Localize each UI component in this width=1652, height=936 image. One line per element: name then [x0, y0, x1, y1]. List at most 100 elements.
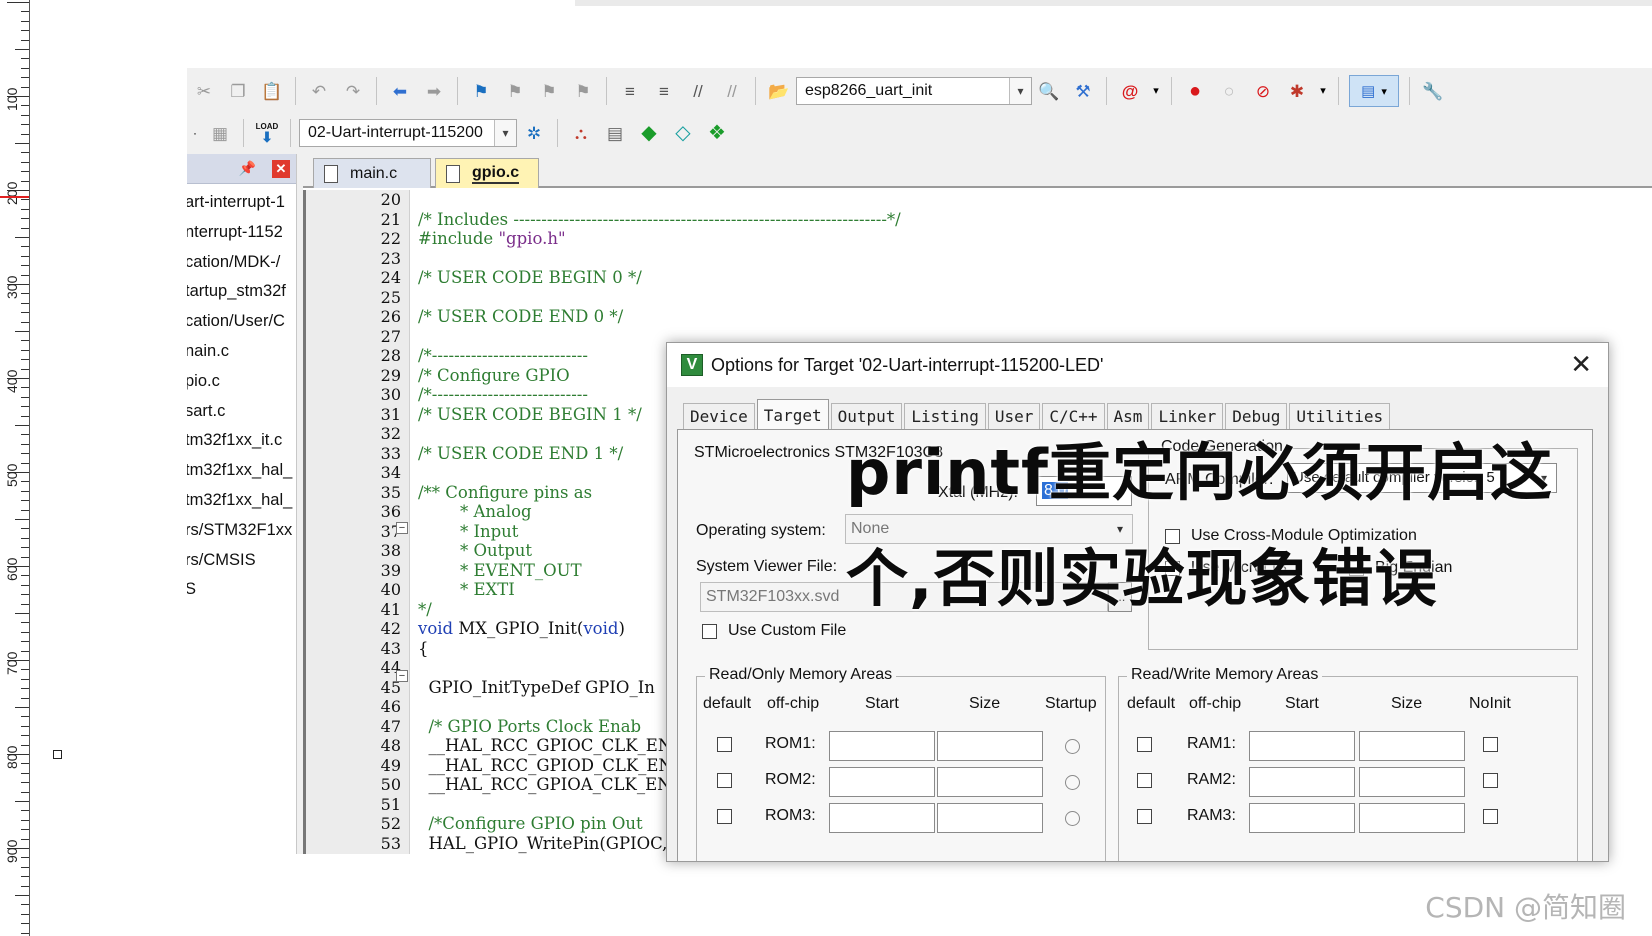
manage-project-items-icon[interactable]: ⛬ — [568, 120, 594, 146]
rte-components-icon[interactable]: ❖ — [704, 120, 730, 146]
find-icon[interactable]: 🔍 — [1036, 78, 1062, 104]
project-tree-item[interactable]: cation/MDK-/ — [187, 248, 296, 278]
prev-bookmark-icon[interactable]: ⚑ — [502, 78, 528, 104]
chevron-down-icon[interactable]: ▾ — [494, 120, 516, 146]
ruler-tick — [21, 866, 29, 868]
cut-icon[interactable]: ✂ — [191, 78, 217, 104]
project-tree-item[interactable]: nain.c — [187, 337, 296, 367]
navigate-back-icon[interactable]: ⬅ — [387, 78, 413, 104]
project-tree-item[interactable]: sart.c — [187, 397, 296, 427]
function-combo[interactable]: esp8266_uart_init ▾ — [796, 77, 1032, 105]
tab-main-c[interactable]: main.c — [313, 158, 431, 188]
memory-start-input[interactable] — [829, 803, 935, 833]
breakpoint-icon[interactable]: ● — [1182, 78, 1208, 104]
ruler-tick — [21, 537, 29, 539]
paste-icon[interactable]: 📋 — [259, 78, 285, 104]
memory-startup-radio[interactable] — [1065, 775, 1080, 790]
use-custom-file-checkbox[interactable] — [702, 624, 717, 639]
memory-default-checkbox[interactable] — [1137, 737, 1152, 752]
chevron-down-icon[interactable]: ▾ — [1151, 78, 1161, 104]
comment-icon[interactable]: // — [685, 78, 711, 104]
code-token: /* USER CODE END 1 */ — [418, 443, 624, 463]
dialog-tab-device[interactable]: Device — [683, 403, 755, 429]
pack-installer-icon[interactable]: ◇ — [670, 120, 696, 146]
memory-start-input[interactable] — [1249, 731, 1355, 761]
memory-column-header: NoInit — [1469, 695, 1511, 712]
project-tree-item[interactable]: S — [187, 575, 296, 605]
project-tree-item[interactable]: tm32f1xx_hal_ — [187, 456, 296, 486]
code-token: * Analog — [418, 502, 532, 521]
chevron-down-icon[interactable]: ▾ — [1318, 78, 1328, 104]
copy-icon[interactable]: ❐ — [225, 78, 251, 104]
memory-size-input[interactable] — [1359, 803, 1465, 833]
project-tree-item[interactable]: tm32f1xx_hal_ — [187, 486, 296, 516]
memory-size-input[interactable] — [937, 731, 1043, 761]
memory-default-checkbox[interactable] — [1137, 809, 1152, 824]
project-tree-item[interactable]: tm32f1xx_it.c — [187, 426, 296, 456]
project-tree-item[interactable]: cation/User/C — [187, 307, 296, 337]
unindent-icon[interactable]: ≡ — [651, 78, 677, 104]
memory-startup-radio[interactable] — [1065, 811, 1080, 826]
memory-default-checkbox[interactable] — [717, 773, 732, 788]
memory-size-input[interactable] — [1359, 731, 1465, 761]
window-layout-button[interactable]: ▤ ▾ — [1349, 75, 1399, 107]
memory-startup-radio[interactable] — [1065, 739, 1080, 754]
find-in-files-icon[interactable]: 📂 — [766, 78, 792, 104]
next-bookmark-icon[interactable]: ⚑ — [536, 78, 562, 104]
code-token: __HAL_RCC_GPIOC_CLK_ENAB — [418, 736, 697, 755]
manage-rte-icon[interactable]: ◆ — [636, 120, 662, 146]
memory-default-checkbox[interactable] — [1137, 773, 1152, 788]
close-icon[interactable]: ✕ — [1570, 351, 1592, 377]
memory-start-input[interactable] — [1249, 803, 1355, 833]
select-packs-icon[interactable]: ▤ — [602, 120, 628, 146]
dialog-tab-target[interactable]: Target — [756, 399, 829, 431]
line-number: 25 — [380, 287, 401, 307]
pin-icon[interactable]: 📌 — [239, 160, 256, 177]
memory-noinit-checkbox[interactable] — [1483, 809, 1498, 824]
ruler-tick — [21, 302, 29, 304]
memory-noinit-checkbox[interactable] — [1483, 737, 1498, 752]
more-icon[interactable]: · — [191, 120, 199, 146]
debug-session-icon[interactable]: @ — [1117, 78, 1143, 104]
incremental-find-icon[interactable]: ⚒ — [1070, 78, 1096, 104]
project-tree-item[interactable]: nterrupt-1152 — [187, 218, 296, 248]
project-tree-item[interactable]: tartup_stm32f — [187, 277, 296, 307]
project-tree-item[interactable]: pio.c — [187, 367, 296, 397]
memory-start-input[interactable] — [829, 731, 935, 761]
project-tree-item[interactable]: rs/STM32F1xx — [187, 516, 296, 546]
chevron-down-icon[interactable]: ▾ — [1009, 78, 1031, 104]
indent-icon[interactable]: ≡ — [617, 78, 643, 104]
memory-size-input[interactable] — [937, 767, 1043, 797]
memory-noinit-checkbox[interactable] — [1483, 773, 1498, 788]
memory-start-input[interactable] — [1249, 767, 1355, 797]
memory-default-checkbox[interactable] — [717, 809, 732, 824]
disable-breakpoint-icon[interactable]: ○ — [1216, 78, 1242, 104]
close-icon[interactable]: ✕ — [272, 160, 290, 178]
project-tree-item[interactable]: rs/CMSIS — [187, 546, 296, 576]
options-for-target-icon[interactable]: ✲ — [521, 120, 547, 146]
bookmark-icon[interactable]: ⚑ — [468, 78, 494, 104]
resize-handle[interactable] — [53, 750, 62, 759]
download-load-icon[interactable]: LOAD ⬇ — [254, 120, 280, 146]
navigate-forward-icon[interactable]: ➡ — [421, 78, 447, 104]
batch-build-icon[interactable]: ▦ — [207, 120, 233, 146]
breakpoints-window-icon[interactable]: ✱ — [1284, 78, 1310, 104]
uncomment-icon[interactable]: // — [719, 78, 745, 104]
toolbar-separator — [755, 77, 756, 105]
fold-collapse-icon[interactable]: − — [396, 522, 408, 534]
clear-bookmarks-icon[interactable]: ⚑ — [570, 78, 596, 104]
memory-size-input[interactable] — [1359, 767, 1465, 797]
ruler-tick — [21, 105, 29, 107]
target-combo[interactable]: 02-Uart-interrupt-115200 ▾ — [299, 119, 517, 147]
ruler-label: 300 — [4, 275, 20, 299]
memory-default-checkbox[interactable] — [717, 737, 732, 752]
undo-icon[interactable]: ↶ — [306, 78, 332, 104]
tab-gpio-c[interactable]: gpio.c — [435, 158, 539, 188]
memory-start-input[interactable] — [829, 767, 935, 797]
memory-size-input[interactable] — [937, 803, 1043, 833]
configure-wrench-icon[interactable]: 🔧 — [1420, 78, 1446, 104]
project-tree-item[interactable]: art-interrupt-1 — [187, 188, 296, 218]
kill-breakpoints-icon[interactable]: ⊘ — [1250, 78, 1276, 104]
redo-icon[interactable]: ↷ — [340, 78, 366, 104]
fold-collapse-icon[interactable]: − — [396, 670, 408, 682]
